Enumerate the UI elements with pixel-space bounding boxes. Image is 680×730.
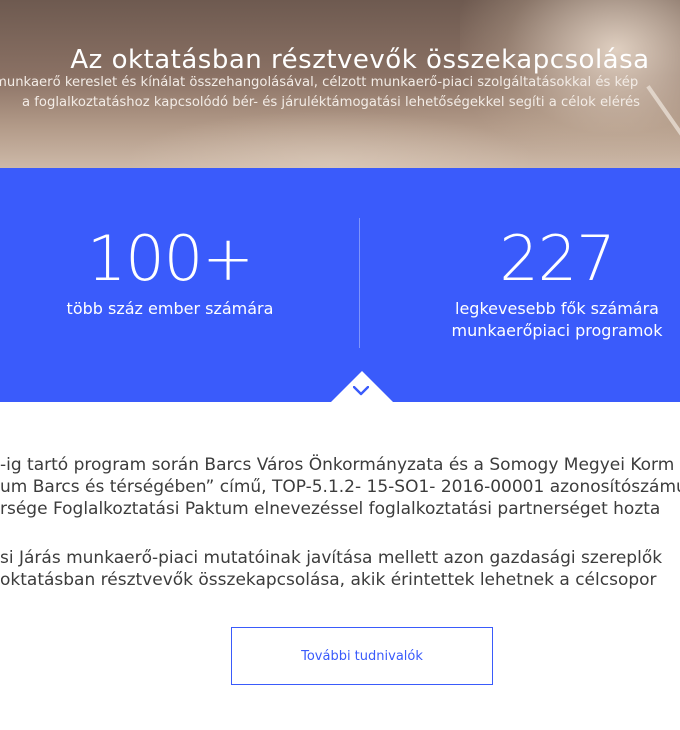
hero-banner: Az oktatásban résztvevők összekapcsolása… — [0, 0, 680, 168]
chevron-down-icon[interactable] — [353, 386, 369, 396]
intro-paragraph: -ig tartó program során Barcs Város Önko… — [0, 454, 680, 520]
paragraph-line: si Járás munkaerő-piaci mutatóinak javít… — [0, 548, 663, 568]
stat-people: 100+ több száz ember számára — [0, 224, 340, 320]
stat-label: több száz ember számára — [66, 299, 274, 318]
stat-programs: 227 legkevesebb fők számára munkaerőpiac… — [387, 224, 680, 342]
stat-value: 100+ — [86, 222, 254, 295]
stats-section: 100+ több száz ember számára 227 legkeve… — [0, 168, 680, 403]
paragraph-line: oktatásban résztvevők összekapcsolása, a… — [0, 570, 657, 590]
paragraph-line: -ig tartó program során Barcs Város Önko… — [0, 455, 675, 475]
stat-label: legkevesebb fők számára munkaerőpiaci pr… — [451, 299, 663, 340]
hero-subtitle-line: a foglalkoztatáshoz kapcsolódó bér- és j… — [22, 95, 640, 110]
paragraph-line: rsége Foglalkoztatási Paktum elnevezésse… — [0, 499, 661, 519]
hero-subtitle-line: munkaerő kereslet és kínálat összehangol… — [0, 75, 639, 90]
hero-title: Az oktatásban résztvevők összekapcsolása — [70, 45, 650, 76]
paragraph-line: um Barcs és térségében” című, TOP-5.1.2-… — [0, 477, 680, 497]
hero-background-light — [120, 110, 540, 168]
stat-value: 227 — [499, 222, 615, 295]
more-info-button[interactable]: További tudnivalók — [231, 627, 493, 685]
stats-divider — [359, 218, 360, 348]
goal-paragraph: si Járás munkaerő-piaci mutatóinak javít… — [0, 547, 680, 591]
